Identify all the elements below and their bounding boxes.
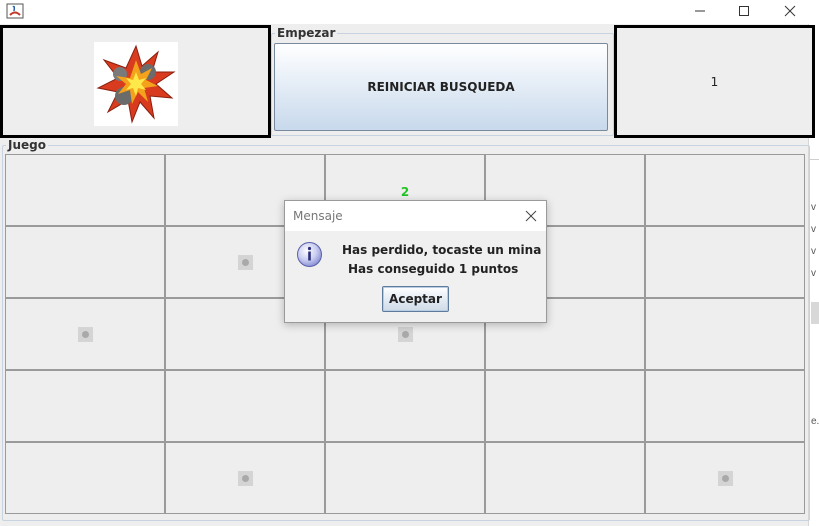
- grid-cell[interactable]: [5, 298, 165, 370]
- close-window-button[interactable]: [767, 0, 813, 22]
- restart-search-button[interactable]: REINICIAR BUSQUEDA: [274, 43, 608, 131]
- empezar-group-title: Empezar: [275, 26, 338, 40]
- dialog-message-line1: Has perdido, tocaste un mina: [342, 243, 542, 257]
- game-group-title: Juego: [6, 138, 48, 152]
- message-dialog: Mensaje Has perdido, tocaste un mina Has…: [284, 200, 547, 323]
- edge-char: v: [811, 268, 816, 279]
- edge-char: v: [811, 224, 816, 235]
- dialog-titlebar[interactable]: Mensaje: [285, 201, 546, 231]
- close-icon[interactable]: [522, 207, 540, 225]
- maximize-icon: [739, 6, 749, 16]
- mine-icon: [77, 326, 93, 342]
- close-icon: [784, 5, 796, 17]
- grid-cell[interactable]: [165, 370, 325, 442]
- cell-number: 2: [400, 185, 410, 199]
- grid-cell[interactable]: [645, 370, 805, 442]
- mine-icon: [397, 326, 413, 342]
- window-titlebar[interactable]: [0, 0, 819, 24]
- grid-cell[interactable]: [5, 370, 165, 442]
- accept-button[interactable]: Aceptar: [382, 286, 449, 312]
- edge-char: v: [811, 202, 816, 213]
- info-icon: [297, 242, 322, 267]
- edge-char: v: [811, 246, 816, 257]
- minimize-icon: [695, 10, 705, 12]
- status-image-panel: [0, 25, 271, 138]
- grid-cell[interactable]: [325, 442, 485, 514]
- score-display: 1: [614, 25, 815, 138]
- grid-cell[interactable]: [485, 370, 645, 442]
- dialog-title: Mensaje: [293, 209, 343, 223]
- mine-icon: [237, 254, 253, 270]
- mine-icon: [237, 470, 253, 486]
- edge-char: e.: [811, 416, 819, 427]
- grid-cell[interactable]: [5, 442, 165, 514]
- grid-cell[interactable]: [645, 226, 805, 298]
- explosion-icon: [94, 42, 178, 126]
- grid-cell[interactable]: [645, 442, 805, 514]
- grid-cell[interactable]: [645, 154, 805, 226]
- dialog-message-line2: Has conseguido 1 puntos: [348, 262, 519, 276]
- grid-cell[interactable]: [645, 298, 805, 370]
- grid-cell[interactable]: [5, 226, 165, 298]
- grid-cell[interactable]: [5, 154, 165, 226]
- divider: [810, 159, 819, 160]
- grid-cell[interactable]: [485, 442, 645, 514]
- minimize-button[interactable]: [677, 0, 723, 22]
- grid-cell[interactable]: [165, 442, 325, 514]
- grid-cell[interactable]: [325, 370, 485, 442]
- mine-icon: [717, 470, 733, 486]
- maximize-button[interactable]: [721, 0, 767, 22]
- scrollbar-thumb[interactable]: [811, 302, 819, 324]
- java-app-icon: [6, 3, 24, 19]
